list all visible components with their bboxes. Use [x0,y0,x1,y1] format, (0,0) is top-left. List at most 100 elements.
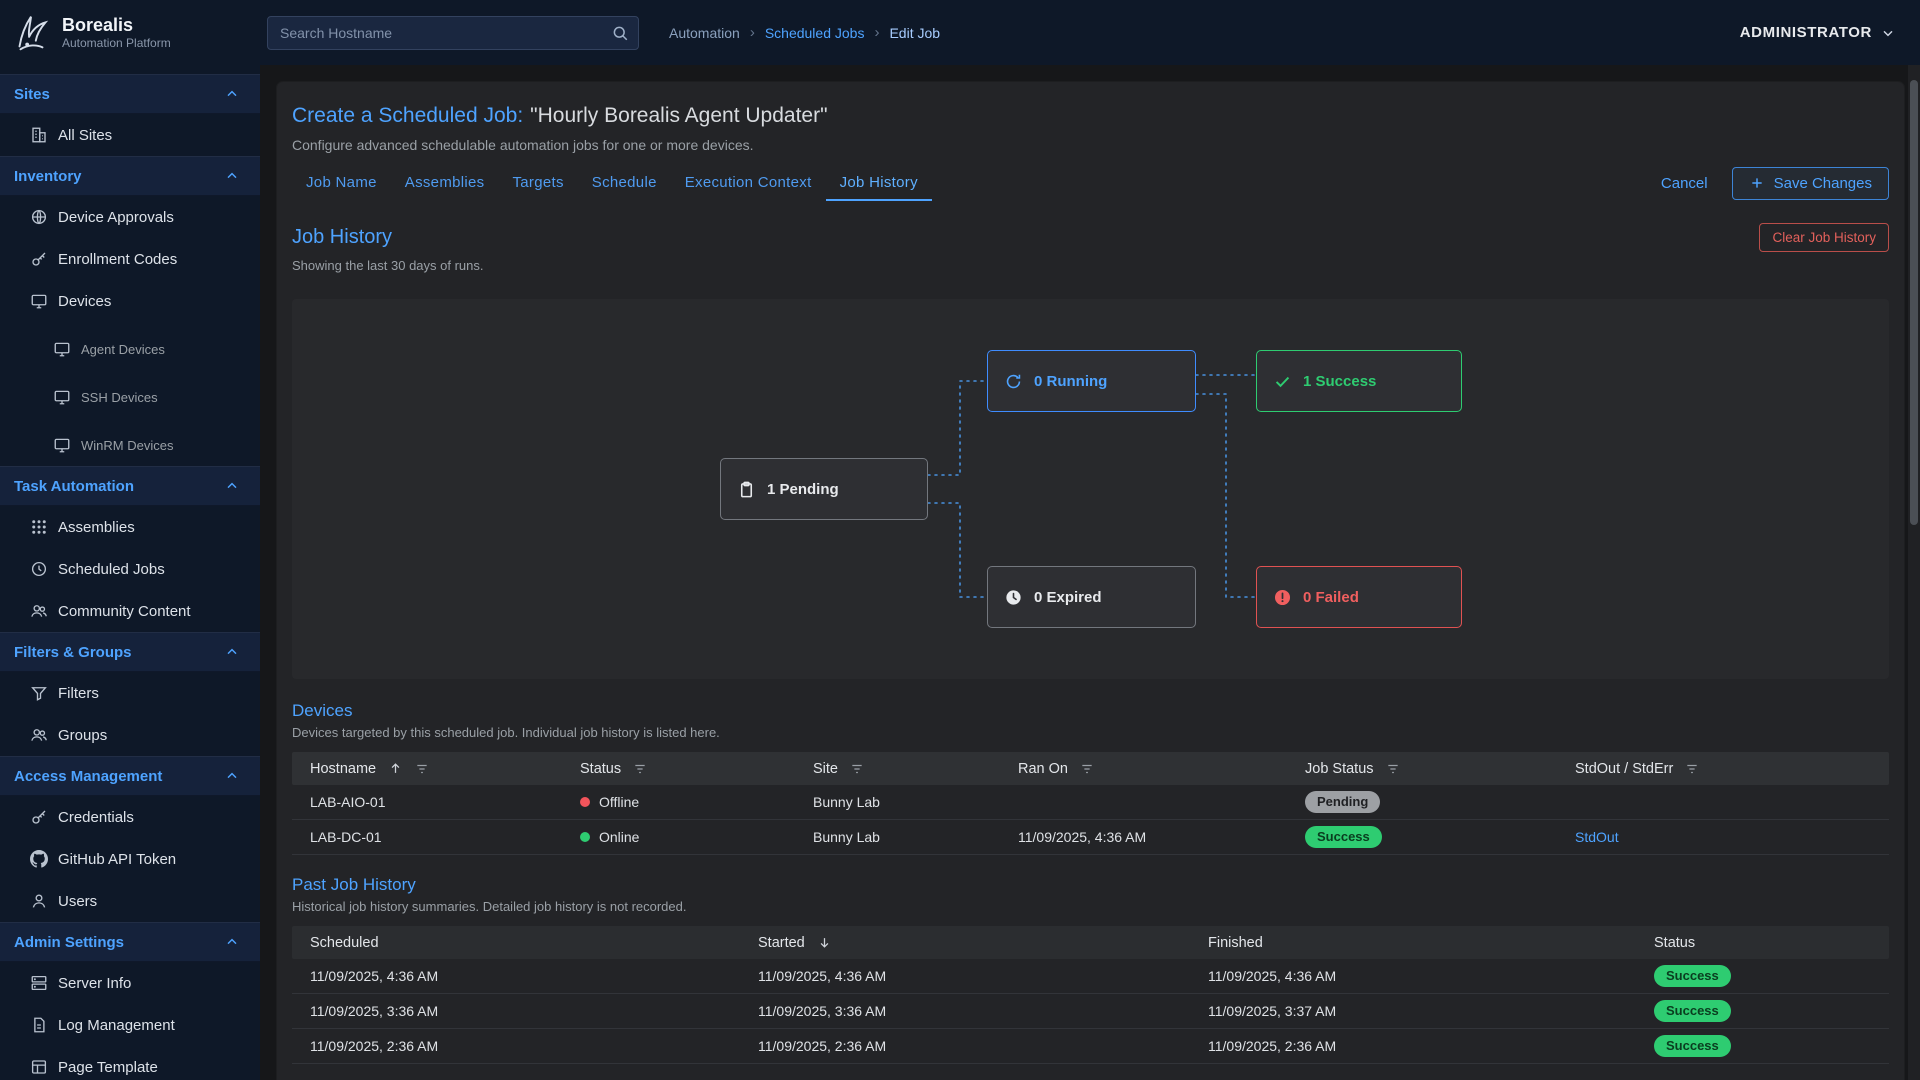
sidebar-item-label: Agent Devices [81,342,165,357]
column-header-started[interactable]: Started [740,935,1190,951]
search-input[interactable] [267,16,639,50]
stdout-link[interactable]: StdOut [1575,829,1619,845]
column-label: Started [758,935,805,951]
sidebar-section-filters-groups[interactable]: Filters & Groups [0,632,260,672]
sidebar-item-label: Device Approvals [58,209,174,226]
cell-site: Bunny Lab [795,829,1000,845]
sidebar-item-ssh-devices[interactable]: SSH Devices [0,376,260,418]
sidebar-item-page-template[interactable]: Page Template [0,1046,260,1080]
sort-desc-icon[interactable] [817,935,832,950]
section-label: Sites [14,86,50,103]
flow-node-failed[interactable]: 0 Failed [1256,566,1462,628]
cancel-button[interactable]: Cancel [1661,175,1708,192]
user-label: ADMINISTRATOR [1740,24,1872,41]
sidebar-item-users[interactable]: Users [0,880,260,922]
column-header-status[interactable]: Status [1636,935,1889,951]
chevron-up-icon [224,768,240,784]
sidebar-item-log-management[interactable]: Log Management [0,1004,260,1046]
sidebar-item-server-info[interactable]: Server Info [0,962,260,1004]
chevron-up-icon [224,168,240,184]
column-filter-icon[interactable] [1080,762,1094,776]
column-header-finished[interactable]: Finished [1190,935,1636,951]
breadcrumb: Automation › Scheduled Jobs › Edit Job [669,24,940,41]
brand-tagline: Automation Platform [62,36,171,50]
tab-job-name[interactable]: Job Name [292,166,391,201]
sidebar-item-device-approvals[interactable]: Device Approvals [0,196,260,238]
breadcrumb-automation[interactable]: Automation [669,25,740,41]
sidebar: Sites All Sites Inventory Device Approva… [0,65,260,1080]
cell-scheduled: 11/09/2025, 4:36 AM [292,968,740,984]
node-label: 0 Expired [1034,589,1102,606]
tab-schedule[interactable]: Schedule [578,166,671,201]
job-history-flow-diagram: 1 Pending 0 Running 1 Success 0 Expired … [292,299,1889,679]
tab-execution-context[interactable]: Execution Context [671,166,826,201]
column-filter-icon[interactable] [850,762,864,776]
top-bar: Borealis Automation Platform Automation … [0,0,1920,65]
column-header-scheduled[interactable]: Scheduled [292,935,740,951]
column-label: Status [580,761,621,777]
key-icon [30,808,48,826]
column-filter-icon[interactable] [415,762,429,776]
sidebar-item-label: GitHub API Token [58,851,176,868]
sidebar-section-admin-settings[interactable]: Admin Settings [0,922,260,962]
section-label: Inventory [14,168,82,185]
tab-targets[interactable]: Targets [498,166,577,201]
sidebar-item-label: Groups [58,727,107,744]
sidebar-item-community-content[interactable]: Community Content [0,590,260,632]
devices-table-header: Hostname Status Site Ran On Job S [292,752,1889,785]
sort-asc-icon[interactable] [388,761,403,776]
sidebar-item-all-sites[interactable]: All Sites [0,114,260,156]
sidebar-item-agent-devices[interactable]: Agent Devices [0,328,260,370]
column-filter-icon[interactable] [633,762,647,776]
flow-node-running[interactable]: 0 Running [987,350,1196,412]
clock-icon [1004,588,1023,607]
column-header-stdout-stderr[interactable]: StdOut / StdErr [1557,761,1889,777]
sidebar-item-enrollment-codes[interactable]: Enrollment Codes [0,238,260,280]
sidebar-section-inventory[interactable]: Inventory [0,156,260,196]
flow-node-pending[interactable]: 1 Pending [720,458,928,520]
cell-finished: 11/09/2025, 3:37 AM [1190,1003,1636,1019]
flow-node-success[interactable]: 1 Success [1256,350,1462,412]
column-header-ran-on[interactable]: Ran On [1000,761,1287,777]
sidebar-item-devices[interactable]: Devices [0,280,260,322]
tab-job-history[interactable]: Job History [826,166,932,201]
sidebar-item-winrm-devices[interactable]: WinRM Devices [0,424,260,466]
sidebar-item-filters[interactable]: Filters [0,672,260,714]
cell-finished: 11/09/2025, 4:36 AM [1190,968,1636,984]
plus-icon [1749,175,1765,191]
column-label: Hostname [310,761,376,777]
error-icon [1273,588,1292,607]
column-filter-icon[interactable] [1685,762,1699,776]
github-icon [30,850,48,868]
sidebar-item-assemblies[interactable]: Assemblies [0,506,260,548]
page-scrollbar [1908,65,1920,1080]
cell-started: 11/09/2025, 3:36 AM [740,1003,1190,1019]
column-header-job-status[interactable]: Job Status [1287,761,1557,777]
device-row: LAB-DC-01 Online Bunny Lab 11/09/2025, 4… [292,820,1889,855]
save-changes-button[interactable]: Save Changes [1732,167,1889,200]
sidebar-item-groups[interactable]: Groups [0,714,260,756]
column-header-hostname[interactable]: Hostname [292,761,562,777]
sidebar-item-github-api-token[interactable]: GitHub API Token [0,838,260,880]
device-row: LAB-AIO-01 Offline Bunny Lab Pending [292,785,1889,820]
layout-icon [30,1058,48,1076]
flow-node-expired[interactable]: 0 Expired [987,566,1196,628]
user-menu[interactable]: ADMINISTRATOR [1740,24,1896,41]
sidebar-item-scheduled-jobs[interactable]: Scheduled Jobs [0,548,260,590]
breadcrumb-scheduled-jobs[interactable]: Scheduled Jobs [765,25,865,41]
sidebar-item-label: SSH Devices [81,390,158,405]
scrollbar-thumb[interactable] [1910,80,1918,525]
sidebar-section-access-management[interactable]: Access Management [0,756,260,796]
sidebar-section-task-automation[interactable]: Task Automation [0,466,260,506]
column-header-status[interactable]: Status [562,761,795,777]
borealis-logo [8,10,54,56]
column-header-site[interactable]: Site [795,761,1000,777]
column-filter-icon[interactable] [1386,762,1400,776]
sidebar-section-sites[interactable]: Sites [0,74,260,114]
column-label: Scheduled [310,935,379,951]
cell-status: Success [1636,1035,1889,1057]
sidebar-item-credentials[interactable]: Credentials [0,796,260,838]
clear-job-history-button[interactable]: Clear Job History [1759,223,1889,252]
tab-assemblies[interactable]: Assemblies [391,166,499,201]
key-icon [30,250,48,268]
